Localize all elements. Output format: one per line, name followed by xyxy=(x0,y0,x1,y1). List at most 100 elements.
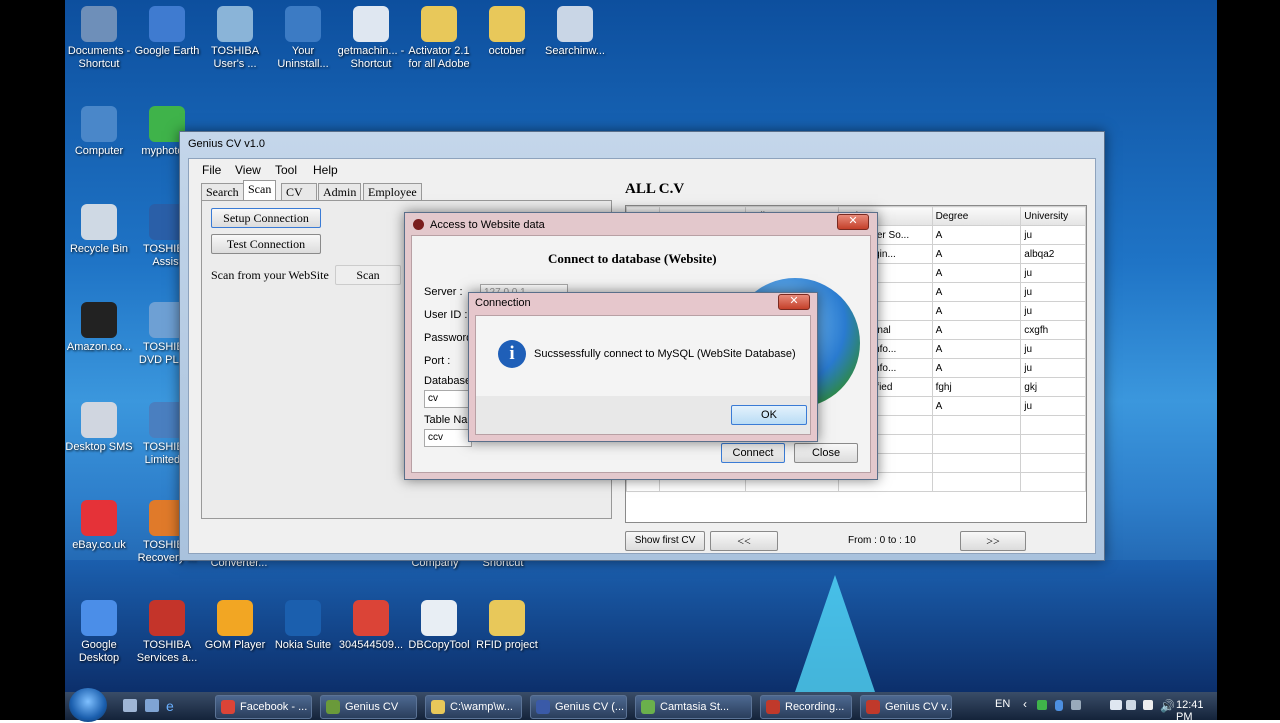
taskbar-camtasia[interactable]: Camtasia St... xyxy=(635,695,752,719)
table-cell[interactable] xyxy=(1020,415,1086,435)
table-cell[interactable]: A xyxy=(931,263,1022,283)
table-cell[interactable]: fghj xyxy=(931,377,1022,397)
table-cell[interactable] xyxy=(931,453,1022,473)
taskbar-facebook-chrome[interactable]: Facebook - ... xyxy=(215,695,312,719)
menu-bar: File View Tool Help xyxy=(189,159,1095,179)
table-cell[interactable] xyxy=(931,415,1022,435)
table-cell[interactable]: ju xyxy=(1020,263,1086,283)
close-icon[interactable]: ✕ xyxy=(837,214,869,230)
show-hidden-icons-icon[interactable]: ‹ xyxy=(1023,697,1027,711)
menu-view[interactable]: View xyxy=(235,163,261,177)
desktop-icon[interactable]: Searchinw... xyxy=(541,6,609,58)
desktop-sms-icon xyxy=(81,402,117,438)
desktop-icon[interactable]: Google Desktop xyxy=(65,600,133,665)
volume-icon[interactable]: 🔊 xyxy=(1160,699,1175,713)
table-cell[interactable]: ju xyxy=(1020,339,1086,359)
taskbar-button-label: Facebook - ... xyxy=(240,701,308,713)
ok-button[interactable]: OK xyxy=(731,405,807,425)
show-first-cv-button[interactable]: Show first CV xyxy=(625,531,705,551)
desktop-icon[interactable]: october xyxy=(473,6,541,58)
table-cell[interactable]: ju xyxy=(1020,282,1086,302)
table-cell[interactable] xyxy=(1020,472,1086,492)
taskbar-genius-cv-1[interactable]: Genius CV xyxy=(320,695,417,719)
table-cell[interactable] xyxy=(1020,434,1086,454)
table-cell[interactable]: ju xyxy=(1020,358,1086,378)
desktop-icon[interactable]: Recycle Bin xyxy=(65,204,133,256)
taskbar-genius-cv-3[interactable]: Genius CV v... xyxy=(860,695,952,719)
menu-tool[interactable]: Tool xyxy=(275,163,297,177)
desktop-icon[interactable]: getmachin... - Shortcut xyxy=(337,6,405,71)
internet-explorer-icon[interactable]: e xyxy=(166,698,180,714)
table-cell[interactable]: ju xyxy=(1020,301,1086,321)
desktop-icon[interactable]: Computer xyxy=(65,106,133,158)
desktop-icon-label: Searchinw... xyxy=(545,45,605,57)
connect-button[interactable]: Connect xyxy=(721,443,785,463)
table-cell[interactable]: A xyxy=(931,225,1022,245)
tab-scan[interactable]: Scan xyxy=(243,180,277,202)
table-cell[interactable]: ju xyxy=(1020,396,1086,416)
close-button[interactable]: Close xyxy=(794,443,858,463)
desktop-icon[interactable]: Your Uninstall... xyxy=(269,6,337,71)
desktop-icon[interactable]: TOSHIBA User's ... xyxy=(201,6,269,71)
desktop-icon[interactable]: Nokia Suite xyxy=(269,600,337,652)
show-desktop-icon[interactable] xyxy=(123,699,137,712)
table-cell[interactable]: A xyxy=(931,282,1022,302)
clock[interactable]: 12:41 PM xyxy=(1176,699,1217,723)
desktop-icon-label: Computer xyxy=(74,145,124,157)
desktop-icon-label: getmachin... - Shortcut xyxy=(337,45,405,70)
desktop-icon[interactable]: DBCopyTool xyxy=(405,600,473,652)
power-icon[interactable] xyxy=(1110,700,1122,710)
next-page-button[interactable]: >> xyxy=(960,531,1026,551)
previous-page-button[interactable]: << xyxy=(710,531,778,551)
table-cell[interactable]: gkj xyxy=(1020,377,1086,397)
scan-button[interactable]: Scan xyxy=(335,265,401,285)
desktop-icon[interactable]: Amazon.co... xyxy=(65,302,133,354)
setup-connection-button[interactable]: Setup Connection xyxy=(211,208,321,228)
network-icon[interactable] xyxy=(1143,700,1153,710)
test-connection-button[interactable]: Test Connection xyxy=(211,234,321,254)
column-header[interactable]: Degree xyxy=(931,206,1022,226)
desktop-icon[interactable]: 304544509... xyxy=(337,600,405,652)
database-input[interactable]: cv xyxy=(424,390,472,408)
app-icon xyxy=(326,700,340,714)
table-cell[interactable] xyxy=(931,472,1022,492)
close-icon[interactable]: ✕ xyxy=(778,294,810,310)
taskbar-genius-cv-2[interactable]: Genius CV (... xyxy=(530,695,627,719)
start-button[interactable] xyxy=(69,688,107,722)
menu-file[interactable]: File xyxy=(202,163,221,177)
table-cell[interactable]: ju xyxy=(1020,225,1086,245)
desktop-icon[interactable]: eBay.co.uk xyxy=(65,500,133,552)
action-center-icon[interactable] xyxy=(1126,700,1136,710)
column-header[interactable]: University xyxy=(1020,206,1086,226)
table-cell[interactable] xyxy=(931,434,1022,454)
message-text: Sucssessfully connect to MySQL (WebSite … xyxy=(534,348,796,360)
table-cell[interactable]: albqa2 xyxy=(1020,244,1086,264)
desktop-icon[interactable]: RFID project xyxy=(473,600,541,652)
desktop-icon[interactable]: Activator 2.1 for all Adobe xyxy=(405,6,473,71)
table-cell[interactable]: A xyxy=(931,320,1022,340)
desktop-icon[interactable]: Desktop SMS xyxy=(65,402,133,454)
table-cell[interactable]: cxgfh xyxy=(1020,320,1086,340)
table-cell[interactable]: A xyxy=(931,396,1022,416)
desktop-icon[interactable]: Google Earth xyxy=(133,6,201,58)
table-cell[interactable]: A xyxy=(931,301,1022,321)
menu-help[interactable]: Help xyxy=(313,163,338,177)
table-cell[interactable]: A xyxy=(931,358,1022,378)
desktop-icon-label: Amazon.co... xyxy=(66,341,132,353)
switch-windows-icon[interactable] xyxy=(145,699,159,712)
taskbar-recording[interactable]: Recording... xyxy=(760,695,852,719)
taskbar-wamp-folder[interactable]: C:\wamp\w... xyxy=(425,695,522,719)
google-earth-icon xyxy=(149,6,185,42)
desktop-icon[interactable]: TOSHIBA Services a... xyxy=(133,600,201,665)
desktop-icon[interactable]: GOM Player xyxy=(201,600,269,652)
language-indicator[interactable]: EN xyxy=(995,698,1010,710)
bluetooth-icon[interactable] xyxy=(1055,700,1063,711)
table-cell[interactable] xyxy=(1020,453,1086,473)
table-cell[interactable]: A xyxy=(931,244,1022,264)
tray-green-icon[interactable] xyxy=(1037,700,1047,710)
table-cell[interactable]: A xyxy=(931,339,1022,359)
tray-app-icon[interactable] xyxy=(1071,700,1081,710)
gom-player-icon xyxy=(217,600,253,636)
desktop-icon[interactable]: Documents - Shortcut xyxy=(65,6,133,71)
table-name-input[interactable]: ccv xyxy=(424,429,472,447)
